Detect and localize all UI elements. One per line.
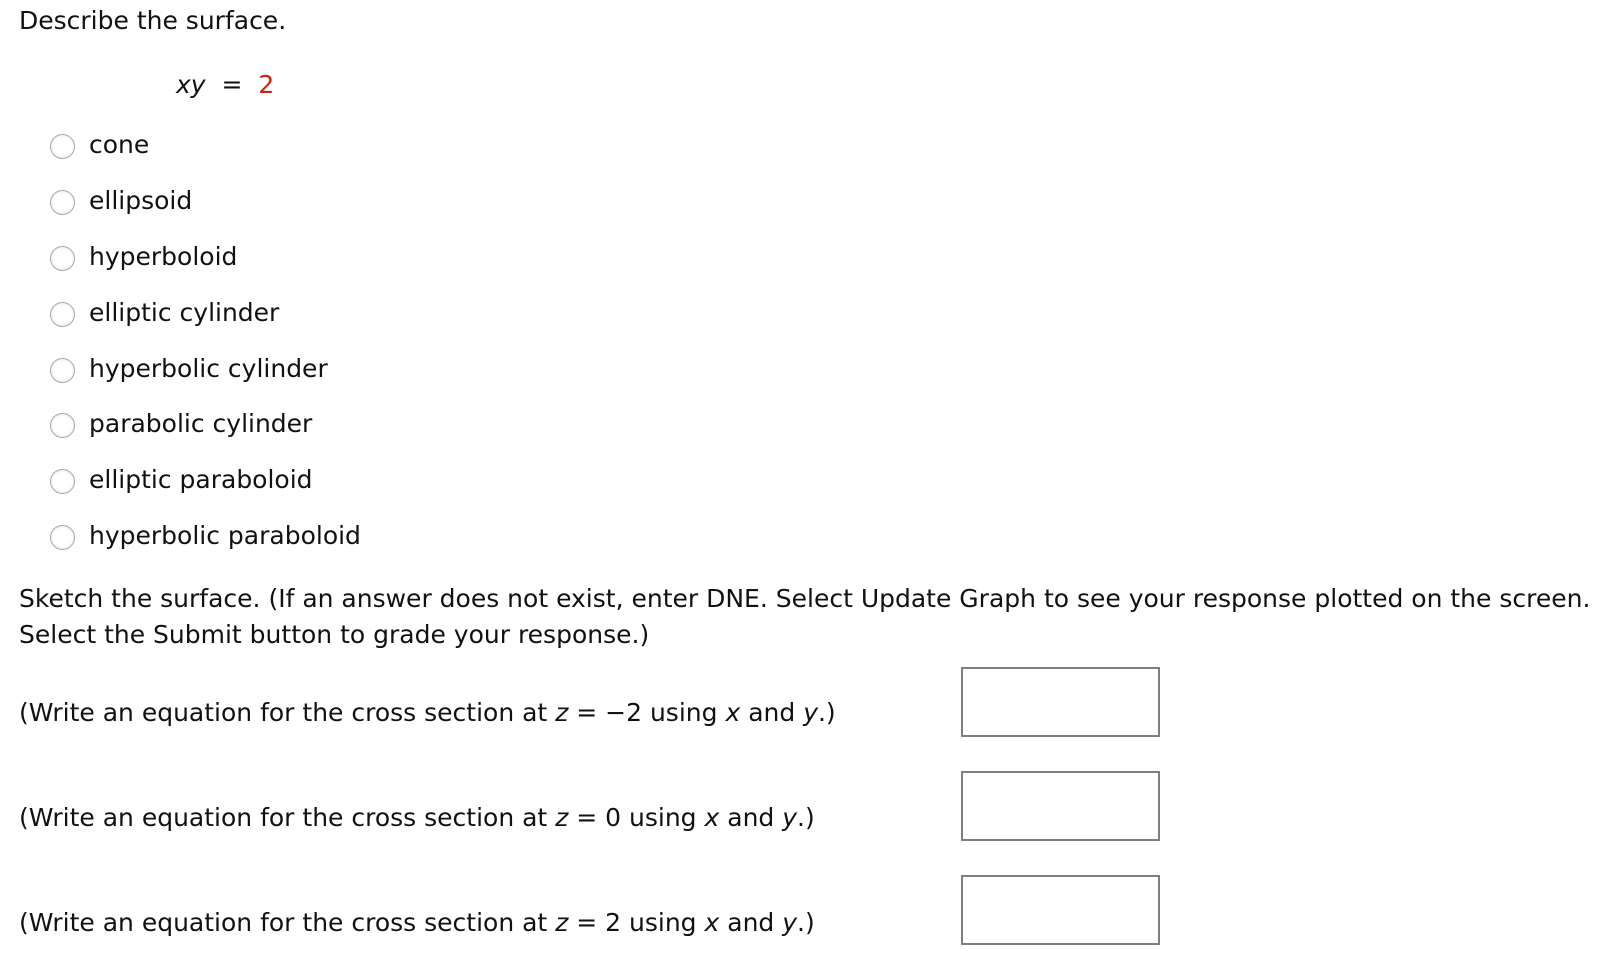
option-hyperbolic-cylinder[interactable]: hyperbolic cylinder <box>50 348 328 388</box>
option-label: ellipsoid <box>89 185 193 215</box>
option-elliptic-cylinder[interactable]: elliptic cylinder <box>50 292 279 332</box>
equation-rhs: 2 <box>258 70 275 99</box>
radio-button[interactable] <box>50 468 75 494</box>
equation-equals: = <box>221 70 243 99</box>
option-parabolic-cylinder[interactable]: parabolic cylinder <box>50 403 312 443</box>
option-label: hyperbolic paraboloid <box>89 520 361 550</box>
option-hyperbolic-paraboloid[interactable]: hyperbolic paraboloid <box>50 515 361 555</box>
surface-equation: xy = 2 <box>176 70 274 99</box>
cross-section-prompt-z-neg2: (Write an equation for the cross section… <box>19 698 836 727</box>
option-elliptic-paraboloid[interactable]: elliptic paraboloid <box>50 459 313 499</box>
equation-lhs: xy <box>176 70 206 99</box>
option-ellipsoid[interactable]: ellipsoid <box>50 180 192 220</box>
radio-button[interactable] <box>50 524 75 550</box>
radio-button[interactable] <box>50 412 75 438</box>
option-label: elliptic cylinder <box>89 297 280 327</box>
option-label: parabolic cylinder <box>89 408 313 438</box>
option-label: hyperboloid <box>89 241 238 271</box>
option-hyperboloid[interactable]: hyperboloid <box>50 236 237 276</box>
radio-button[interactable] <box>50 245 75 271</box>
option-cone[interactable]: cone <box>50 124 149 164</box>
cross-section-prompt-z-2: (Write an equation for the cross section… <box>19 908 815 937</box>
option-label: hyperbolic cylinder <box>89 353 328 383</box>
cross-section-input-z-2[interactable] <box>961 875 1160 945</box>
radio-button[interactable] <box>50 189 75 215</box>
sketch-instructions: Sketch the surface. (If an answer does n… <box>19 584 1591 649</box>
cross-section-input-z-0[interactable] <box>961 771 1160 841</box>
cross-section-prompt-z-0: (Write an equation for the cross section… <box>19 803 815 832</box>
radio-button[interactable] <box>50 357 75 383</box>
option-label: cone <box>89 129 150 159</box>
radio-button[interactable] <box>50 133 75 159</box>
radio-button[interactable] <box>50 301 75 327</box>
cross-section-input-z-neg2[interactable] <box>961 667 1160 737</box>
option-label: elliptic paraboloid <box>89 464 313 494</box>
question-title: Describe the surface. <box>19 6 287 35</box>
